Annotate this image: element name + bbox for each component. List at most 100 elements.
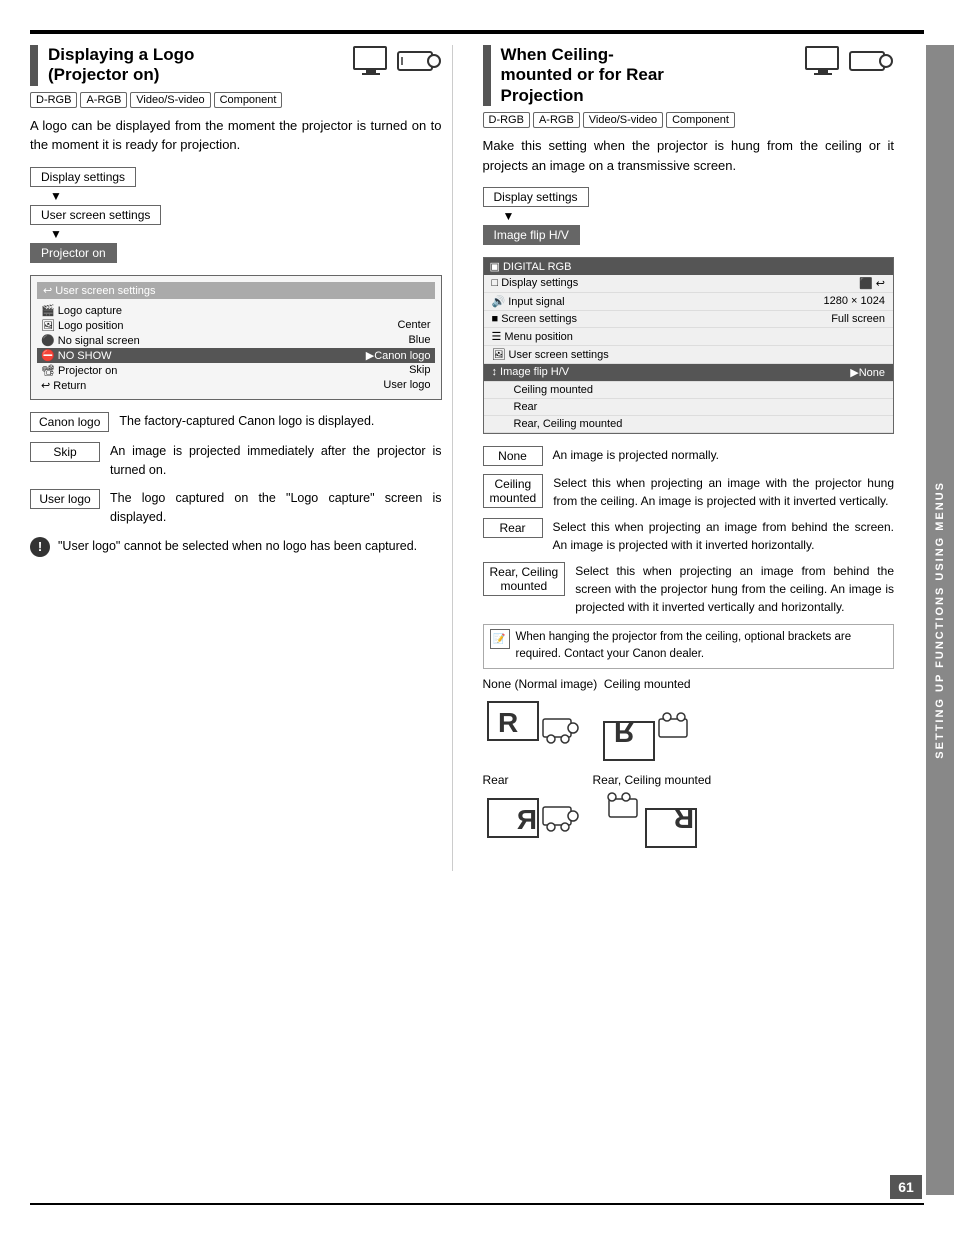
sim-row-no-show: ⛔ NO SHOW▶Canon logo <box>37 348 435 363</box>
bottom-diagrams: R <box>483 791 895 863</box>
row-label: ☰ Menu position <box>492 330 573 343</box>
right-projector-icon <box>848 47 894 75</box>
desc-skip: An image is projected immediately after … <box>110 442 442 480</box>
left-section-title: Displaying a Logo(Projector on) <box>48 45 342 86</box>
diagram-rear: R <box>483 791 588 863</box>
sim-row-no-signal: ⚫ No signal screenBlue <box>37 333 435 348</box>
tag-ceiling: Ceilingmounted <box>483 474 544 508</box>
badge-drgb: D-RGB <box>30 92 77 108</box>
top-diagrams: R R <box>483 697 895 765</box>
left-body-text: A logo can be displayed from the moment … <box>30 116 442 155</box>
right-section-title: When Ceiling-mounted or for RearProjecti… <box>501 45 795 106</box>
right-nav-flow: Display settings ▼ Image flip H/V <box>483 187 895 245</box>
diagram-rear-ceiling: R <box>604 791 709 863</box>
ceiling-svg: R <box>599 697 699 765</box>
right-screen-title: ▣ DIGITAL RGB <box>484 258 894 275</box>
text-rear-ceiling: Select this when projecting an image fro… <box>575 562 894 616</box>
row-value: ⬛ ↩ <box>859 277 885 290</box>
sidebar-text: SETTING UP FUNCTIONS USING MENUS <box>934 481 946 759</box>
row-label: □ Display settings <box>492 277 579 290</box>
label-rear: Rear <box>483 773 593 787</box>
bottom-border <box>30 1203 924 1205</box>
desc-rear-ceiling: Rear, Ceilingmounted Select this when pr… <box>483 562 895 616</box>
left-icons <box>352 45 442 77</box>
left-badges: D-RGB A-RGB Video/S-video Component <box>30 92 442 108</box>
diagram-normal: R <box>483 697 583 765</box>
diagram-ceiling: R <box>599 697 699 765</box>
screen-row-user: 🖼 User screen settings <box>484 346 894 364</box>
left-screen-sim: ↩ User screen settings 🎬 Logo capture 🖼 … <box>30 275 442 400</box>
left-column: Displaying a Logo(Projector on) <box>30 45 453 871</box>
tag-rear-ceiling: Rear, Ceilingmounted <box>483 562 566 596</box>
screen-title-text: ▣ DIGITAL RGB <box>490 260 572 273</box>
sim-row-projector-on: 📽 Projector onSkip <box>37 363 435 378</box>
right-column: When Ceiling-mounted or for RearProjecti… <box>473 45 895 871</box>
projector-icon <box>396 47 442 75</box>
svg-text:R: R <box>498 707 518 738</box>
screen-row-input: 🔊 Input signal 1280 × 1024 <box>484 293 894 311</box>
tag-rear: Rear <box>483 518 543 538</box>
sim-row-logo-capture: 🎬 Logo capture <box>37 303 435 318</box>
row-value: 1280 × 1024 <box>824 295 885 308</box>
note-box: 📝 When hanging the projector from the ce… <box>483 624 895 669</box>
desc-table: None An image is projected normally. Cei… <box>483 446 895 616</box>
tag-user-logo: User logo <box>30 489 100 509</box>
left-section-header: Displaying a Logo(Projector on) <box>30 45 442 86</box>
note-icon: ! <box>30 537 50 557</box>
right-badge-drgb: D-RGB <box>483 112 530 128</box>
diagrams-top-label: None (Normal image) Ceiling mounted <box>483 677 895 691</box>
nav-projector-on: Projector on <box>30 243 117 263</box>
option-user-logo: User logo The logo captured on the "Logo… <box>30 489 442 527</box>
sidebar-label: SETTING UP FUNCTIONS USING MENUS <box>926 45 954 1195</box>
nav-arrow-2: ▼ <box>30 227 62 241</box>
normal-svg: R <box>483 697 583 765</box>
content-area: Displaying a Logo(Projector on) <box>30 45 894 1195</box>
rear-svg: R <box>483 791 588 863</box>
tag-skip: Skip <box>30 442 100 462</box>
top-border <box>30 30 924 34</box>
screen-row-screen: ■ Screen settings Full screen <box>484 311 894 328</box>
option-canon-logo: Canon logo The factory-captured Canon lo… <box>30 412 442 432</box>
right-screen-sim: ▣ DIGITAL RGB □ Display settings ⬛ ↩ 🔊 I… <box>483 257 895 434</box>
row-label: Ceiling mounted <box>514 384 594 396</box>
desc-user-logo: The logo captured on the "Logo capture" … <box>110 489 442 527</box>
monitor-icon <box>352 45 390 77</box>
desc-none: None An image is projected normally. <box>483 446 895 466</box>
nav-display-settings: Display settings <box>30 167 136 187</box>
svg-text:R: R <box>516 804 536 835</box>
tag-canon-logo: Canon logo <box>30 412 109 432</box>
note-box-icon: 📝 <box>490 629 510 649</box>
desc-ceiling: Ceilingmounted Select this when projecti… <box>483 474 895 510</box>
text-none: An image is projected normally. <box>553 446 720 464</box>
title-area: Displaying a Logo(Projector on) <box>48 45 342 86</box>
right-body-text: Make this setting when the projector is … <box>483 136 895 175</box>
label-rear-ceiling: Rear, Ceiling mounted <box>593 773 712 787</box>
text-ceiling: Select this when projecting an image wit… <box>553 474 894 510</box>
right-title-area: When Ceiling-mounted or for RearProjecti… <box>501 45 795 106</box>
right-section-header: When Ceiling-mounted or for RearProjecti… <box>483 45 895 106</box>
row-value: ▶None <box>850 366 885 379</box>
page-number: 61 <box>890 1175 922 1199</box>
row-label: 🖼 User screen settings <box>492 348 609 361</box>
row-value: Full screen <box>831 313 885 325</box>
right-nav-image-flip: Image flip H/V <box>483 225 580 245</box>
row-label: 🔊 Input signal <box>492 295 565 308</box>
badge-video: Video/S-video <box>130 92 210 108</box>
right-badge-argb: A-RGB <box>533 112 580 128</box>
note-block: ! "User logo" cannot be selected when no… <box>30 537 442 557</box>
rear-ceiling-svg: R <box>604 791 709 863</box>
note-text: "User logo" cannot be selected when no l… <box>58 537 417 556</box>
right-badge-video: Video/S-video <box>583 112 663 128</box>
row-label: Rear <box>514 401 538 413</box>
desc-rear: Rear Select this when projecting an imag… <box>483 518 895 554</box>
svg-text:R: R <box>614 717 634 748</box>
accent-bar <box>30 45 38 86</box>
row-label: ■ Screen settings <box>492 313 578 325</box>
option-skip: Skip An image is projected immediately a… <box>30 442 442 480</box>
text-rear: Select this when projecting an image fro… <box>553 518 895 554</box>
right-nav-arrow: ▼ <box>483 209 515 223</box>
left-nav-flow: Display settings ▼ User screen settings … <box>30 167 442 263</box>
right-icons <box>804 45 894 77</box>
screen-row-display: □ Display settings ⬛ ↩ <box>484 275 894 293</box>
nav-user-screen: User screen settings <box>30 205 161 225</box>
